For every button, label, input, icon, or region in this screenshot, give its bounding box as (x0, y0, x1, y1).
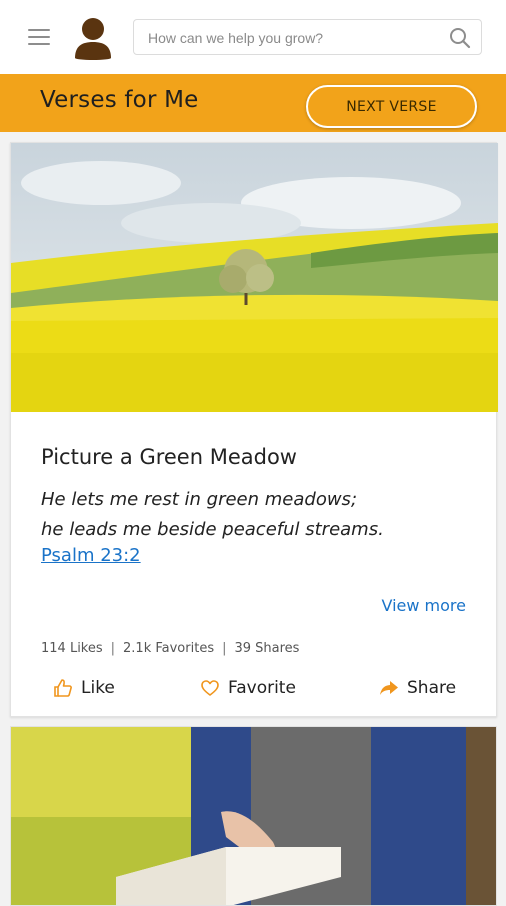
engagement-stats: 114 Likes | 2.1k Favorites | 39 Shares (41, 641, 299, 656)
user-avatar-icon[interactable] (72, 16, 114, 60)
card-actions: Like Favorite Share (11, 673, 498, 703)
favorite-button[interactable]: Favorite (200, 673, 296, 703)
next-verse-card (10, 726, 497, 906)
verse-line: He lets me rest in green meadows; (41, 489, 358, 510)
scripture-reference-link[interactable]: Psalm 23:2 (41, 545, 141, 566)
stats-separator: | (222, 641, 227, 656)
stats-separator: | (110, 641, 116, 656)
heart-icon (201, 680, 219, 696)
top-app-bar (0, 0, 506, 74)
favorites-count: 2.1k Favorites (123, 641, 215, 656)
share-label: Share (407, 678, 457, 698)
meadow-image (11, 143, 498, 412)
thumbs-up-icon (54, 679, 72, 697)
verse-line: he leads me beside peaceful streams. (41, 519, 384, 540)
likes-count: 114 Likes (41, 641, 103, 656)
verse-card: Picture a Green Meadow He lets me rest i… (10, 142, 498, 717)
verse-title: Picture a Green Meadow (41, 445, 297, 469)
search-icon[interactable] (449, 27, 471, 49)
verses-banner: Verses for Me NEXT VERSE (0, 74, 506, 132)
search-bar[interactable] (133, 19, 482, 55)
next-verse-button[interactable]: NEXT VERSE (306, 85, 477, 128)
like-button[interactable]: Like (53, 673, 115, 703)
share-arrow-icon (380, 681, 398, 695)
person-reading-image (11, 727, 496, 905)
share-button[interactable]: Share (379, 673, 456, 703)
hamburger-menu-icon[interactable] (28, 29, 50, 45)
search-input[interactable] (148, 28, 438, 48)
favorite-label: Favorite (228, 678, 296, 698)
page-title: Verses for Me (40, 87, 199, 113)
verse-text: He lets me rest in green meadows; he lea… (41, 485, 384, 545)
shares-count: 39 Shares (234, 641, 300, 656)
like-label: Like (81, 678, 115, 698)
view-more-link[interactable]: View more (382, 596, 467, 615)
